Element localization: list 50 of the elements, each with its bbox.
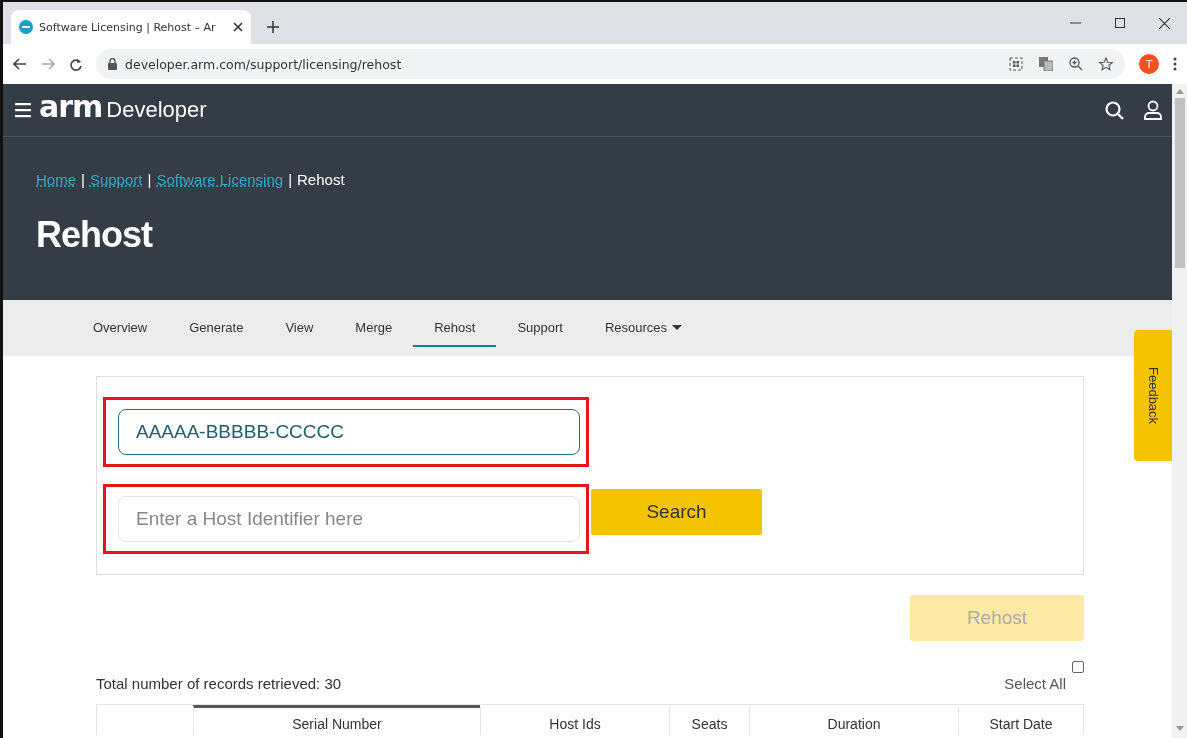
qr-code-icon[interactable] [1009,57,1023,71]
scrollbar-thumb[interactable] [1174,98,1185,268]
caret-icon [672,324,683,330]
search-icon[interactable] [1105,100,1124,120]
breadcrumb-separator: | [147,171,152,188]
breadcrumb-separator: | [81,171,85,188]
nav-tab[interactable]: Merge [334,300,414,347]
column-header[interactable]: Seats [669,705,749,735]
site-favicon-icon [19,20,33,34]
site-name: Developer [106,97,207,123]
nav-tab[interactable]: Rehost [413,300,497,347]
more-menu-icon[interactable] [1173,57,1177,71]
serial-number-field[interactable]: AAAAA-BBBBB-CCCCC [118,409,580,455]
user-icon[interactable] [1144,100,1162,120]
scrollbar[interactable] [1172,84,1187,738]
column-header[interactable]: Host Ids [480,705,669,735]
nav-tab[interactable]: Overview [72,300,169,347]
nav-tab[interactable]: View [264,300,335,347]
back-icon[interactable] [13,58,27,70]
nav-tab[interactable]: Resources [583,300,704,347]
nav-tab[interactable]: Generate [168,300,265,347]
breadcrumb-link[interactable]: Support [89,171,143,188]
search-button[interactable]: Search [591,489,762,535]
column-header[interactable]: Start Date [958,705,1083,735]
lock-icon [108,58,117,70]
page-title: Rehost [36,214,154,256]
menu-icon[interactable] [15,102,31,118]
new-tab-icon[interactable] [267,21,279,33]
star-icon[interactable] [1099,57,1113,71]
breadcrumb-separator: | [288,171,293,188]
feedback-tab[interactable]: Feedback [1134,330,1172,461]
select-all-label: Select All [1004,675,1066,692]
translate-icon[interactable] [1039,57,1053,71]
reload-icon[interactable] [69,57,82,71]
breadcrumb-current: Rehost [297,171,345,188]
close-icon[interactable] [233,22,243,32]
close-icon[interactable] [1159,17,1170,29]
nav-tab[interactable]: Support [496,300,584,347]
breadcrumb-link[interactable]: Software Licensing [156,171,284,188]
host-identifier-field[interactable]: Enter a Host Identifier here [118,496,580,542]
select-all-checkbox[interactable] [1072,661,1084,673]
maximize-icon[interactable] [1115,18,1125,28]
breadcrumb-link[interactable]: Home [36,171,76,188]
zoom-icon[interactable] [1069,57,1083,71]
site-logo[interactable]: arm [39,92,103,122]
address-bar[interactable]: developer.arm.com/support/licensing/rehost [96,49,1125,79]
browser-tab[interactable]: Software Licensing | Rehost – Ar [11,10,251,44]
column-header[interactable]: Serial Number [193,705,480,735]
records-count: Total number of records retrieved: 30 [96,675,342,692]
column-header[interactable]: Duration [749,705,958,735]
